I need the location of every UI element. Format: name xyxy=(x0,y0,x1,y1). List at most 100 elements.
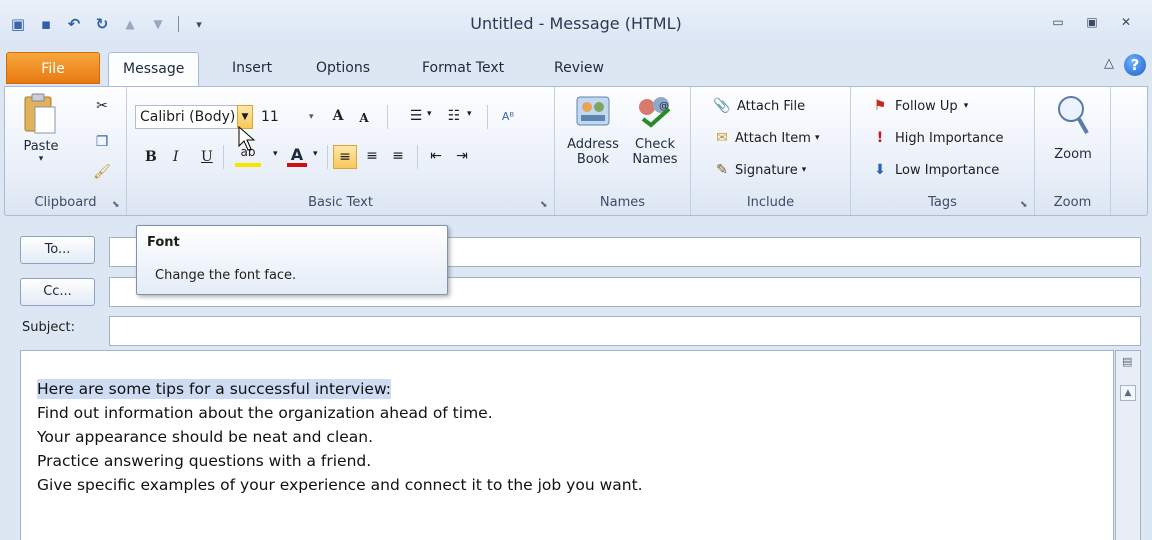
subject-label: Subject: xyxy=(22,320,75,335)
signature-button[interactable]: ✎ Signature ▾ xyxy=(713,161,806,179)
chevron-down-icon: ▾ xyxy=(309,112,314,122)
bullets-icon[interactable]: ☰ xyxy=(407,107,425,125)
signature-icon: ✎ xyxy=(716,162,728,178)
follow-up-button[interactable]: ⚑ Follow Up ▾ xyxy=(871,97,969,115)
tab-file[interactable]: File xyxy=(6,52,100,84)
attach-file-button[interactable]: 📎 Attach File xyxy=(713,97,805,115)
tab-review[interactable]: Review xyxy=(540,52,618,84)
tab-format-text[interactable]: Format Text xyxy=(408,52,518,84)
basic-text-group-label: Basic Text xyxy=(308,195,373,210)
vertical-scrollbar[interactable]: ▤ ▲ xyxy=(1115,350,1141,540)
dialog-launcher-icon[interactable]: ⬊ xyxy=(540,200,550,210)
magnifier-icon xyxy=(1058,96,1089,134)
ruler-toggle-icon[interactable]: ▤ xyxy=(1122,355,1132,368)
high-importance-button[interactable]: ! High Importance xyxy=(871,129,1004,147)
chevron-down-icon[interactable]: ▾ xyxy=(427,109,432,119)
basic-text-group: Calibri (Body) ▼ 11 ▾ A A ☰ ▾ ☷ ▾ Aᴮ B I… xyxy=(127,87,555,215)
subject-field[interactable] xyxy=(109,316,1141,346)
underline-button[interactable]: U xyxy=(201,149,213,165)
italic-button[interactable]: I xyxy=(173,149,179,165)
tooltip-description: Change the font face. xyxy=(155,268,297,283)
help-icon[interactable]: ? xyxy=(1124,54,1146,76)
mouse-cursor-icon xyxy=(238,126,256,151)
tags-group-label: Tags xyxy=(928,195,957,210)
scroll-up-icon[interactable]: ▲ xyxy=(1120,385,1136,401)
body-line: Here are some tips for a successful inte… xyxy=(37,379,392,399)
font-color-icon[interactable]: A xyxy=(287,145,307,167)
tab-insert[interactable]: Insert xyxy=(218,52,286,84)
separator xyxy=(417,145,418,169)
attach-item-button[interactable]: ✉ Attach Item ▾ xyxy=(713,129,819,147)
outlook-message-window: ▣ ▪ ↶ ↻ ▲ ▼ ▾ Untitled - Message (HTML) … xyxy=(0,0,1152,540)
high-importance-icon: ! xyxy=(876,130,884,146)
minimize-ribbon-icon[interactable]: △ xyxy=(1104,56,1114,71)
selected-text: Here are some tips for a successful inte… xyxy=(37,379,392,399)
paste-icon xyxy=(24,93,56,134)
clipboard-group-label: Clipboard xyxy=(34,195,97,210)
address-book-icon xyxy=(576,96,610,126)
dialog-launcher-icon[interactable]: ⬊ xyxy=(1020,200,1030,210)
attach-file-label: Attach File xyxy=(737,98,806,114)
zoom-group-label: Zoom xyxy=(1053,195,1092,210)
check-names-label-line2: Names xyxy=(632,152,678,167)
styles-icon[interactable]: Aᴮ xyxy=(499,107,517,125)
body-line: Give specific examples of your experienc… xyxy=(37,476,643,494)
window-controls: ▭ ▣ ✕ xyxy=(1050,14,1134,34)
chevron-down-icon: ▾ xyxy=(814,133,820,143)
envelope-attach-icon: ✉ xyxy=(716,130,728,146)
paste-button[interactable]: Paste ▾ xyxy=(23,93,59,164)
low-importance-button[interactable]: ⬇ Low Importance xyxy=(871,161,999,179)
cc-button[interactable]: Cc... xyxy=(20,278,95,306)
close-icon[interactable]: ✕ xyxy=(1118,14,1134,30)
chevron-down-icon[interactable]: ▾ xyxy=(467,109,472,119)
separator xyxy=(487,105,488,129)
paste-label: Paste xyxy=(23,139,59,154)
copy-icon[interactable]: ❐ xyxy=(93,133,111,151)
include-group-label: Include xyxy=(746,195,795,210)
font-tooltip: Font Change the font face. xyxy=(136,225,448,295)
font-name-combo[interactable]: Calibri (Body) xyxy=(135,105,253,129)
font-size-value: 11 xyxy=(261,109,279,125)
zoom-label: Zoom xyxy=(1054,147,1092,162)
ribbon: Paste ▾ ✂ ❐ 🖌 Clipboard ⬊ Calibri (Body)… xyxy=(4,86,1148,216)
clipboard-group: Paste ▾ ✂ ❐ 🖌 Clipboard ⬊ xyxy=(5,87,127,215)
shrink-font-icon[interactable]: A xyxy=(355,109,373,127)
to-button[interactable]: To... xyxy=(20,236,95,264)
chevron-down-icon[interactable]: ▾ xyxy=(273,149,278,159)
bold-button[interactable]: B xyxy=(145,149,157,165)
check-names-icon: @ xyxy=(639,97,671,128)
chevron-down-icon: ▾ xyxy=(801,165,807,175)
restore-icon[interactable]: ▣ xyxy=(1084,14,1100,30)
align-right-icon[interactable]: ≡ xyxy=(389,147,407,165)
align-left-icon[interactable]: ≡ xyxy=(333,145,357,169)
chevron-down-icon[interactable]: ▾ xyxy=(313,149,318,159)
font-size-combo[interactable]: 11 ▾ xyxy=(257,105,323,129)
check-names-button[interactable]: @ Check Names xyxy=(625,93,685,167)
zoom-group: Zoom Zoom xyxy=(1035,87,1111,215)
decrease-indent-icon[interactable]: ⇤ xyxy=(427,147,445,165)
follow-up-label: Follow Up xyxy=(895,98,958,114)
dialog-launcher-icon[interactable]: ⬊ xyxy=(112,200,122,210)
tooltip-title: Font xyxy=(147,235,180,250)
names-group-label: Names xyxy=(599,195,646,210)
numbering-icon[interactable]: ☷ xyxy=(445,107,463,125)
increase-indent-icon[interactable]: ⇥ xyxy=(453,147,471,165)
cut-icon[interactable]: ✂ xyxy=(93,97,111,115)
include-group: 📎 Attach File ✉ Attach Item ▾ ✎ Signatur… xyxy=(691,87,851,215)
tab-options[interactable]: Options xyxy=(302,52,384,84)
minimize-icon[interactable]: ▭ xyxy=(1050,14,1066,30)
separator xyxy=(223,145,224,169)
tab-message[interactable]: Message xyxy=(108,52,200,86)
grow-font-icon[interactable]: A xyxy=(329,107,347,125)
zoom-button[interactable]: Zoom xyxy=(1045,93,1101,162)
separator xyxy=(327,145,328,169)
names-group: Address Book @ Check Names Names xyxy=(555,87,691,215)
attach-item-label: Attach Item xyxy=(735,130,811,146)
align-center-icon[interactable]: ≡ xyxy=(363,147,381,165)
message-body[interactable]: Here are some tips for a successful inte… xyxy=(20,350,1114,540)
address-book-label-line2: Book xyxy=(576,152,610,167)
format-painter-icon[interactable]: 🖌 xyxy=(93,163,111,181)
address-book-button[interactable]: Address Book xyxy=(563,93,623,167)
signature-label: Signature xyxy=(735,162,798,178)
low-importance-label: Low Importance xyxy=(895,162,1000,178)
